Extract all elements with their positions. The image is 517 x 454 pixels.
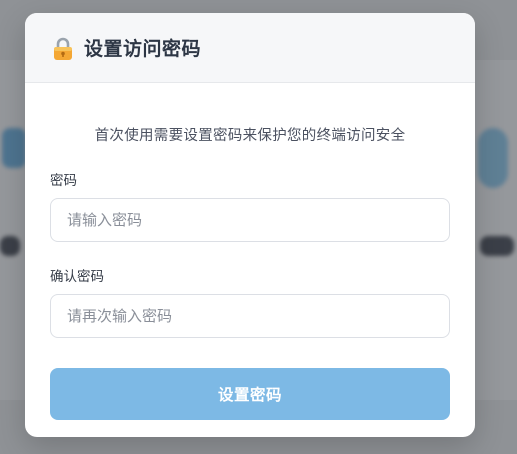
password-input[interactable] [50, 198, 450, 242]
dialog-header: 设置访问密码 [25, 13, 475, 83]
lock-icon [52, 37, 74, 61]
password-label: 密码 [50, 173, 77, 189]
dialog-body: 首次使用需要设置密码来保护您的终端访问安全 密码 确认密码 设置密码 [25, 124, 475, 420]
set-password-button[interactable]: 设置密码 [50, 368, 450, 420]
dialog-title: 设置访问密码 [84, 38, 202, 60]
confirm-password-label: 确认密码 [50, 269, 104, 285]
confirm-password-input[interactable] [50, 294, 450, 338]
set-password-dialog: 设置访问密码 首次使用需要设置密码来保护您的终端访问安全 密码 确认密码 设置密… [25, 13, 475, 437]
dialog-description: 首次使用需要设置密码来保护您的终端访问安全 [94, 128, 406, 144]
